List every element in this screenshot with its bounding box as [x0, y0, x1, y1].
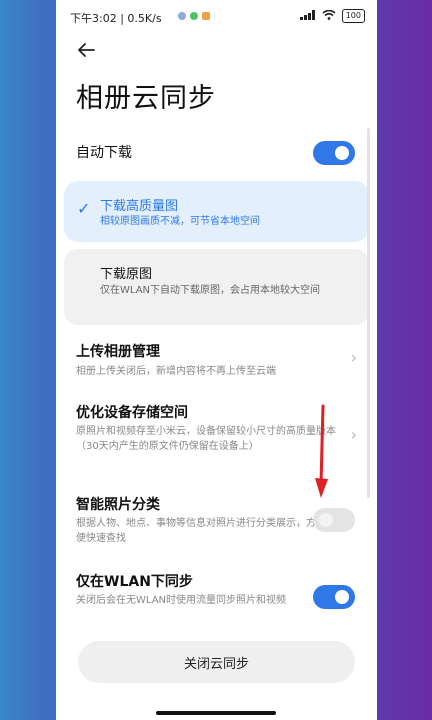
scrollbar[interactable] [367, 128, 370, 498]
notification-icon [178, 12, 186, 20]
optimize-storage-desc: 原照片和视频存至小米云，设备保留较小尺寸的高质量版本（30天内产生的原文件仍保留… [76, 426, 336, 452]
toggle-knob [335, 146, 349, 160]
toggle-knob [335, 590, 349, 604]
option-original[interactable]: 下载原图 仅在WLAN下自动下载原图，会占用本地较大空间 [64, 249, 369, 325]
wlan-only-desc: 关闭后会在无WLAN时使用流量同步照片和视频 [76, 595, 287, 606]
close-sync-button[interactable]: 关闭云同步 [78, 641, 355, 683]
smart-classify-toggle[interactable] [313, 508, 355, 532]
chevron-right-icon[interactable]: › [351, 425, 357, 444]
check-icon: ✓ [77, 199, 91, 218]
optimize-storage-title: 优化设备存储空间 [76, 405, 188, 421]
smart-classify-desc: 根据人物、地点、事物等信息对照片进行分类展示，方便快速查找 [76, 518, 316, 544]
option-high-quality-title: 下载高质量图 [100, 199, 179, 214]
option-high-quality[interactable]: ✓ 下载高质量图 相较原图画质不减，可节省本地空间 [64, 181, 369, 242]
upload-album-row[interactable]: 上传相册管理 相册上传关闭后，新增内容将不再上传至云端 [76, 343, 338, 379]
option-original-desc: 仅在WLAN下自动下载原图，会占用本地较大空间 [100, 285, 321, 296]
wlan-only-title: 仅在WLAN下同步 [76, 574, 193, 590]
option-high-quality-desc: 相较原图画质不减，可节省本地空间 [100, 216, 260, 227]
wlan-only-row: 仅在WLAN下同步 关闭后会在无WLAN时使用流量同步照片和视频 [76, 573, 321, 608]
wifi-icon [322, 9, 336, 23]
wlan-only-toggle[interactable] [313, 585, 355, 609]
signal-icon [299, 9, 316, 23]
status-bar: 下午3:02 | 0.5K/s 100 [56, 0, 377, 34]
toggle-knob [319, 513, 333, 527]
status-time-speed: 下午3:02 | 0.5K/s [70, 12, 162, 25]
option-original-title: 下载原图 [100, 267, 153, 282]
phone-screen: 下午3:02 | 0.5K/s 100 相册云同步 自动下载 ✓ 下载高质量图 … [56, 0, 377, 720]
battery-icon: 100 [341, 9, 365, 23]
smart-classify-title: 智能照片分类 [76, 497, 160, 513]
chevron-right-icon[interactable]: › [351, 348, 357, 367]
auto-download-toggle[interactable] [313, 141, 355, 165]
smart-classify-row: 智能照片分类 根据人物、地点、事物等信息对照片进行分类展示，方便快速查找 [76, 496, 321, 546]
status-right: 100 [299, 9, 365, 23]
mi-icon [202, 12, 210, 20]
upload-album-desc: 相册上传关闭后，新增内容将不再上传至云端 [76, 366, 276, 377]
page-title: 相册云同步 [76, 83, 216, 114]
back-arrow-icon [78, 43, 95, 57]
back-button[interactable] [74, 38, 98, 62]
upload-album-title: 上传相册管理 [76, 344, 160, 360]
home-indicator[interactable] [156, 711, 276, 715]
optimize-storage-row[interactable]: 优化设备存储空间 原照片和视频存至小米云，设备保留较小尺寸的高质量版本（30天内… [76, 404, 338, 454]
red-arrow-annotation-icon [315, 404, 328, 498]
wechat-icon [190, 12, 198, 20]
